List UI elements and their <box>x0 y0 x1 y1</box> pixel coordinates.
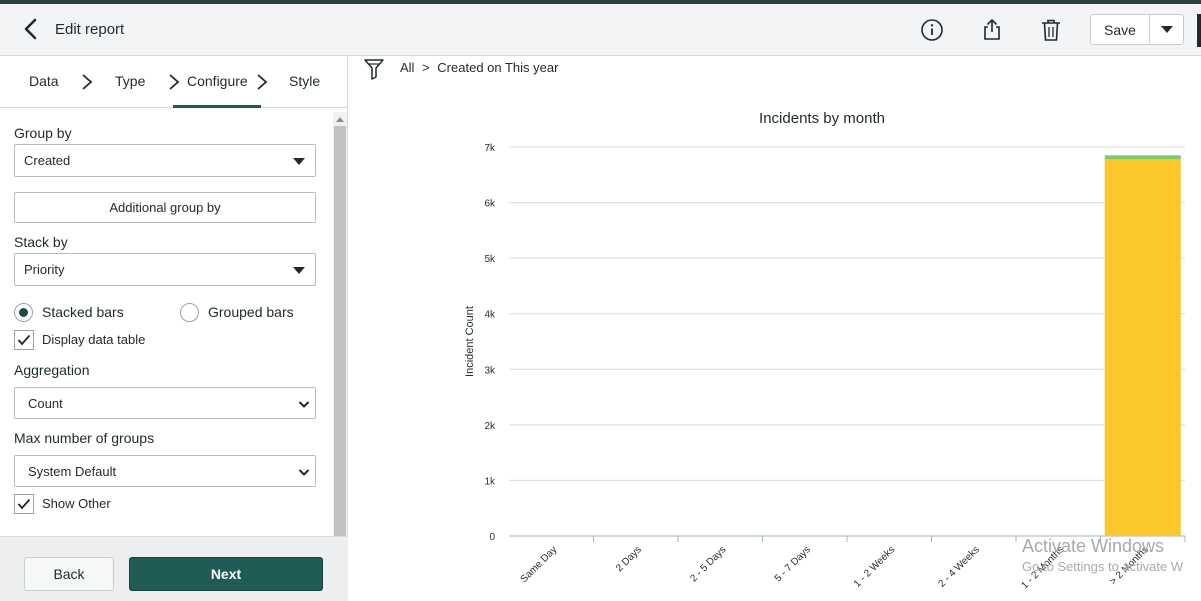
chart-title: Incidents by month <box>759 110 885 127</box>
wizard-footer: Back Next <box>0 536 348 601</box>
group-by-label: Group by <box>14 125 72 141</box>
max-groups-label: Max number of groups <box>14 430 155 446</box>
max-groups-select[interactable]: System Default <box>14 455 316 487</box>
incidents-bar-chart: Incidents by month 0 1k 2k 3k 4k 5k 6k 7k Inciden… <box>464 110 1186 591</box>
trash-icon[interactable] <box>1039 18 1063 42</box>
grouped-bars-label: Grouped bars <box>208 304 294 320</box>
stack-by-value: Priority <box>24 262 65 277</box>
y-tick-label: 4k <box>484 310 496 321</box>
group-by-value: Created <box>24 153 71 168</box>
scrollbar-thumb[interactable] <box>334 126 346 562</box>
back-button[interactable]: Back <box>24 557 114 591</box>
report-preview: All > Created on This year Incidents by … <box>349 56 1201 601</box>
x-tick-label: 2 - 4 Weeks <box>936 544 981 589</box>
bar-segment <box>1104 159 1181 536</box>
chevron-down-icon <box>298 401 310 408</box>
page-title: Edit report <box>55 21 125 38</box>
chevron-right-icon <box>257 74 268 90</box>
x-tick-label: 5 - 7 Days <box>773 544 813 584</box>
display-data-table-label: Display data table <box>42 332 146 347</box>
watermark-title: Activate Windows <box>1022 536 1165 556</box>
share-icon[interactable] <box>980 18 1004 42</box>
y-tick-label: 5k <box>484 254 496 265</box>
chevron-right-icon <box>169 74 180 90</box>
panel-scrollbar[interactable] <box>333 112 347 592</box>
save-button[interactable]: Save <box>1091 15 1150 44</box>
group-by-select[interactable]: Created <box>14 144 316 177</box>
dropdown-caret-icon <box>293 158 305 165</box>
chevron-right-icon <box>82 74 93 90</box>
x-tick-label: 1 - 2 Weeks <box>852 544 897 589</box>
stack-by-label: Stack by <box>14 234 68 250</box>
aggregation-select[interactable]: Count <box>14 387 316 419</box>
bar-segment <box>1104 155 1181 160</box>
x-tick-label: 2 Days <box>614 544 644 574</box>
active-step-indicator <box>173 105 261 108</box>
step-type[interactable]: Type <box>115 73 145 89</box>
next-button[interactable]: Next <box>129 557 323 591</box>
y-tick-label: 6k <box>484 199 496 210</box>
aggregation-value: Count <box>28 396 63 411</box>
chevron-down-icon <box>298 469 310 476</box>
x-tick-label: Same Day <box>519 544 560 585</box>
report-header: Edit report Save <box>0 4 1201 56</box>
dropdown-caret-icon <box>293 267 305 274</box>
show-other-label: Show Other <box>42 496 111 511</box>
watermark-subtitle: Go to Settings to activate W <box>1022 559 1184 574</box>
configuration-panel: Data Type Configure Style Group by Creat… <box>0 56 348 601</box>
display-data-table-checkbox[interactable] <box>14 330 34 350</box>
max-groups-value: System Default <box>28 464 117 479</box>
stacked-bars-label: Stacked bars <box>42 304 124 320</box>
header-edge-divider <box>1197 14 1201 47</box>
y-axis-label: Incident Count <box>464 306 476 377</box>
aggregation-label: Aggregation <box>14 362 90 378</box>
step-data[interactable]: Data <box>29 73 59 89</box>
scroll-up-arrow-icon[interactable] <box>333 112 347 126</box>
checkmark-icon <box>17 498 31 510</box>
x-tick-label: 2 - 5 Days <box>688 544 728 584</box>
step-configure[interactable]: Configure <box>187 73 248 89</box>
stacked-bars-radio[interactable] <box>14 303 33 322</box>
stack-by-select[interactable]: Priority <box>14 253 316 286</box>
show-other-checkbox[interactable] <box>14 494 34 514</box>
y-tick-label: 3k <box>484 365 496 376</box>
step-style[interactable]: Style <box>289 73 320 89</box>
y-tick-label: 0 <box>489 532 495 543</box>
grouped-bars-radio[interactable] <box>180 303 199 322</box>
wizard-steps: Data Type Configure Style <box>0 56 348 108</box>
additional-group-by-button[interactable]: Additional group by <box>14 192 316 223</box>
save-options-caret-icon[interactable] <box>1150 15 1183 44</box>
y-tick-label: 1k <box>484 476 496 487</box>
info-icon[interactable] <box>920 18 944 42</box>
back-arrow-icon[interactable] <box>18 16 44 42</box>
checkmark-icon <box>17 334 31 346</box>
y-tick-label: 7k <box>484 143 496 154</box>
y-tick-label: 2k <box>484 421 496 432</box>
save-button-group: Save <box>1090 14 1184 45</box>
